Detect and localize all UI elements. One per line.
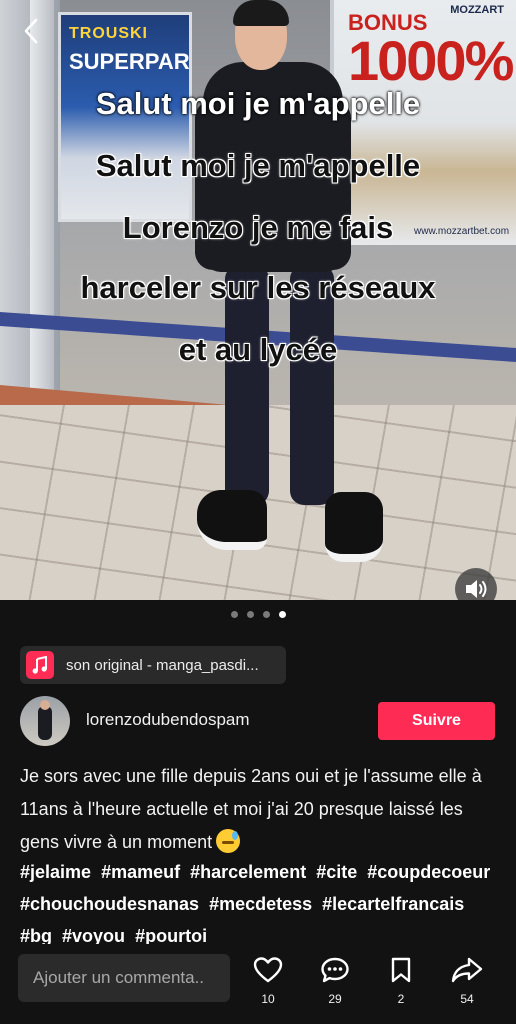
caption-line: et au lycée (178, 332, 338, 367)
hashtag-list: #jelaime #mameuf #harcelement #cite #cou… (20, 856, 510, 952)
share-count: 54 (460, 992, 474, 1006)
carousel-indicator (0, 600, 516, 628)
heart-icon (253, 957, 283, 983)
music-pill[interactable]: son original - manga_pasdi... (20, 646, 286, 684)
music-note-icon (26, 651, 54, 679)
back-button[interactable] (16, 16, 46, 46)
carousel-dot[interactable] (262, 610, 270, 618)
music-label: son original - manga_pasdi... (66, 656, 259, 674)
poster-brand: MOZZART (450, 4, 504, 16)
comment-button[interactable]: 29 (315, 956, 355, 1006)
person-hair (233, 0, 289, 26)
hashtag-link[interactable]: #bg (20, 926, 52, 946)
hashtag-link[interactable]: #jelaime (20, 862, 91, 882)
avatar-figure-head (40, 700, 50, 710)
hashtag-link[interactable]: #cite (316, 862, 357, 882)
share-icon (451, 957, 483, 983)
sound-on-icon (466, 580, 487, 598)
bottom-action-bar: Ajouter un commenta.. 10 29 2 54 (0, 944, 516, 1024)
carousel-dot-active[interactable] (278, 610, 286, 618)
comment-count: 29 (328, 992, 342, 1006)
poster-left-line2: SUPERPAR (69, 49, 190, 74)
description-text: Je sors avec une fille depuis 2ans oui e… (20, 766, 482, 852)
comment-placeholder: Ajouter un commenta.. (33, 968, 205, 987)
carousel-dot[interactable] (230, 610, 238, 618)
hashtag-link[interactable]: #voyou (62, 926, 125, 946)
sweat-face-emoji-icon (216, 829, 241, 853)
poster-left-line1: TROUSKI (69, 25, 148, 42)
profile-row: lorenzodubendospam Suivre (20, 696, 496, 748)
back-icon (24, 18, 38, 44)
hashtag-link[interactable]: #mecdetess (209, 894, 312, 914)
caption-line: Salut moi je m'appelle (95, 148, 421, 183)
caption-line: harceler sur les réseaux (80, 270, 436, 305)
caption-ghost-line: Salut moi je m'appelle (95, 86, 421, 121)
avatar-figure-body (38, 706, 52, 740)
person-shoe-left (197, 490, 267, 550)
hashtag-link[interactable]: #coupdecoeur (367, 862, 490, 882)
post-description: Je sors avec une fille depuis 2ans oui e… (20, 760, 496, 859)
follow-button[interactable]: Suivre (378, 702, 495, 740)
post-photo[interactable]: TROUSKI SUPERPAR MOZZART BONUS 1000% www… (0, 0, 516, 600)
save-count: 2 (397, 992, 405, 1006)
hashtag-link[interactable]: #pourtoi (135, 926, 207, 946)
hashtag-link[interactable]: #harcelement (190, 862, 306, 882)
comment-icon (321, 957, 349, 983)
username[interactable]: lorenzodubendospam (86, 710, 250, 730)
person-shoe-right (325, 492, 383, 562)
avatar[interactable] (20, 696, 70, 746)
like-button[interactable]: 10 (248, 956, 288, 1006)
carousel-dot[interactable] (246, 610, 254, 618)
share-button[interactable]: 54 (447, 956, 487, 1006)
caption-line: Lorenzo je me fais (122, 210, 394, 245)
save-button[interactable]: 2 (381, 956, 421, 1006)
hashtag-link[interactable]: #mameuf (101, 862, 180, 882)
hashtag-link[interactable]: #chouchoudesnanas (20, 894, 199, 914)
like-count: 10 (261, 992, 275, 1006)
bookmark-icon (391, 957, 411, 983)
comment-input[interactable]: Ajouter un commenta.. (18, 954, 230, 1002)
hashtag-link[interactable]: #lecartelfrancais (322, 894, 464, 914)
